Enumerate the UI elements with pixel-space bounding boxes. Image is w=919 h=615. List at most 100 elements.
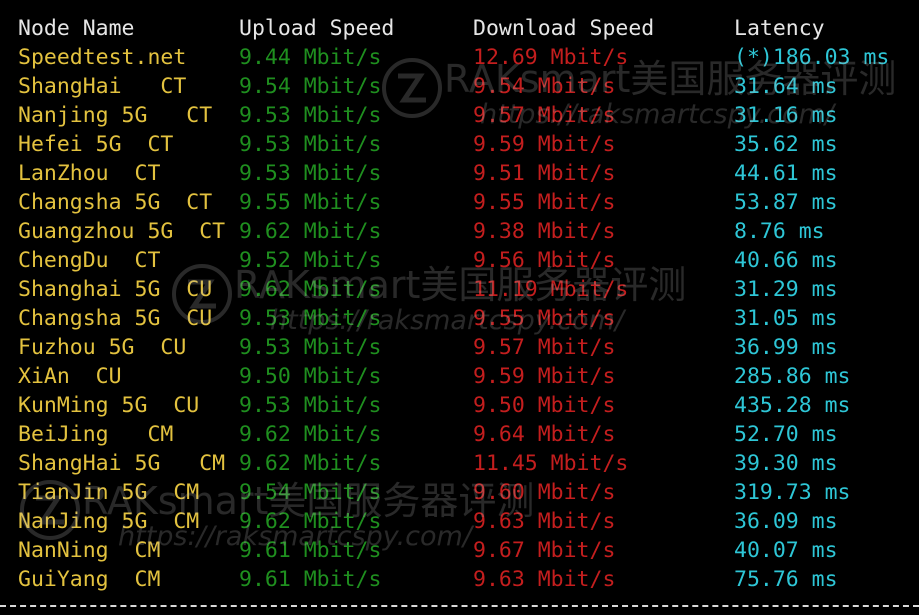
upload-speed: 9.55 Mbit/s [239,190,382,215]
upload-speed: 9.53 Mbit/s [239,103,382,128]
upload-speed: 9.54 Mbit/s [239,74,382,99]
node-name: KunMing 5G CU [18,393,200,418]
table-header: Node Name Upload Speed Download Speed La… [0,14,919,43]
dashed-separator [0,605,919,607]
upload-speed: 9.62 Mbit/s [239,422,382,447]
header-upload-speed: Upload Speed [239,16,395,41]
table-row: Changsha 5G CT 9.55 Mbit/s 9.55 Mbit/s 5… [0,188,919,217]
node-name: LanZhou CT [18,161,161,186]
latency: 40.66 ms [734,248,838,273]
table-row: XiAn CU 9.50 Mbit/s 9.59 Mbit/s 285.86 m… [0,362,919,391]
node-name: XiAn CU [18,364,122,389]
download-speed: 9.60 Mbit/s [473,480,616,505]
table-row: TianJin 5G CM 9.54 Mbit/s 9.60 Mbit/s 31… [0,478,919,507]
table-row: GuiYang CM 9.61 Mbit/s 9.63 Mbit/s 75.76… [0,565,919,594]
upload-speed: 9.62 Mbit/s [239,277,382,302]
upload-speed: 9.62 Mbit/s [239,509,382,534]
node-name: GuiYang CM [18,567,161,592]
table-row: ShangHai CT 9.54 Mbit/s 9.54 Mbit/s 31.6… [0,72,919,101]
table-row: Guangzhou 5G CT 9.62 Mbit/s 9.38 Mbit/s … [0,217,919,246]
download-speed: 9.51 Mbit/s [473,161,616,186]
latency: 31.05 ms [734,306,838,331]
download-speed: 9.50 Mbit/s [473,393,616,418]
node-name: Speedtest.net [18,45,187,70]
header-latency: Latency [734,16,825,41]
node-name: Fuzhou 5G CU [18,335,187,360]
latency: 53.87 ms [734,190,838,215]
node-name: Hefei 5G CT [18,132,174,157]
download-speed: 9.59 Mbit/s [473,364,616,389]
terminal-window: Node Name Upload Speed Download Speed La… [0,0,919,615]
upload-speed: 9.61 Mbit/s [239,567,382,592]
node-name: Guangzhou 5G CT [18,219,226,244]
download-speed: 9.63 Mbit/s [473,509,616,534]
node-name: NanJing 5G CM [18,509,200,534]
table-row: Hefei 5G CT 9.53 Mbit/s 9.59 Mbit/s 35.6… [0,130,919,159]
header-download-speed: Download Speed [473,16,655,41]
latency: 8.76 ms [734,219,825,244]
latency: 31.29 ms [734,277,838,302]
download-speed: 9.57 Mbit/s [473,103,616,128]
latency: (*)186.03 ms [734,45,890,70]
upload-speed: 9.61 Mbit/s [239,538,382,563]
latency: 75.76 ms [734,567,838,592]
upload-speed: 9.62 Mbit/s [239,219,382,244]
node-name: Changsha 5G CT [18,190,213,215]
node-name: NanNing CM [18,538,161,563]
table-row: NanNing CM 9.61 Mbit/s 9.67 Mbit/s 40.07… [0,536,919,565]
upload-speed: 9.53 Mbit/s [239,306,382,331]
node-name: ChengDu CT [18,248,161,273]
latency: 31.16 ms [734,103,838,128]
table-row: KunMing 5G CU 9.53 Mbit/s 9.50 Mbit/s 43… [0,391,919,420]
latency: 285.86 ms [734,364,851,389]
download-speed: 9.55 Mbit/s [473,306,616,331]
latency: 44.61 ms [734,161,838,186]
header-node-name: Node Name [18,16,135,41]
download-speed: 12.69 Mbit/s [473,45,629,70]
node-name: ShangHai 5G CM [18,451,226,476]
download-speed: 9.63 Mbit/s [473,567,616,592]
node-name: ShangHai CT [18,74,187,99]
table-row: Nanjing 5G CT 9.53 Mbit/s 9.57 Mbit/s 31… [0,101,919,130]
download-speed: 9.57 Mbit/s [473,335,616,360]
node-name: Shanghai 5G CU [18,277,213,302]
latency: 31.64 ms [734,74,838,99]
upload-speed: 9.53 Mbit/s [239,132,382,157]
download-speed: 11.19 Mbit/s [473,277,629,302]
table-row: LanZhou CT 9.53 Mbit/s 9.51 Mbit/s 44.61… [0,159,919,188]
download-speed: 9.67 Mbit/s [473,538,616,563]
upload-speed: 9.62 Mbit/s [239,451,382,476]
node-name: Changsha 5G CU [18,306,213,331]
table-row: Fuzhou 5G CU 9.53 Mbit/s 9.57 Mbit/s 36.… [0,333,919,362]
table-row: BeiJing CM 9.62 Mbit/s 9.64 Mbit/s 52.70… [0,420,919,449]
latency: 39.30 ms [734,451,838,476]
upload-speed: 9.53 Mbit/s [239,335,382,360]
table-row: NanJing 5G CM 9.62 Mbit/s 9.63 Mbit/s 36… [0,507,919,536]
node-name: BeiJing CM [18,422,174,447]
table-row: ChengDu CT 9.52 Mbit/s 9.56 Mbit/s 40.66… [0,246,919,275]
latency: 52.70 ms [734,422,838,447]
latency: 319.73 ms [734,480,851,505]
table-row: Shanghai 5G CU 9.62 Mbit/s 11.19 Mbit/s … [0,275,919,304]
download-speed: 11.45 Mbit/s [473,451,629,476]
download-speed: 9.38 Mbit/s [473,219,616,244]
node-name: TianJin 5G CM [18,480,200,505]
upload-speed: 9.44 Mbit/s [239,45,382,70]
latency: 40.07 ms [734,538,838,563]
latency: 35.62 ms [734,132,838,157]
latency: 435.28 ms [734,393,851,418]
table-row: Speedtest.net 9.44 Mbit/s 12.69 Mbit/s (… [0,43,919,72]
upload-speed: 9.53 Mbit/s [239,393,382,418]
latency: 36.09 ms [734,509,838,534]
upload-speed: 9.54 Mbit/s [239,480,382,505]
latency: 36.99 ms [734,335,838,360]
download-speed: 9.56 Mbit/s [473,248,616,273]
download-speed: 9.59 Mbit/s [473,132,616,157]
upload-speed: 9.52 Mbit/s [239,248,382,273]
table-row: Changsha 5G CU 9.53 Mbit/s 9.55 Mbit/s 3… [0,304,919,333]
download-speed: 9.64 Mbit/s [473,422,616,447]
download-speed: 9.55 Mbit/s [473,190,616,215]
node-name: Nanjing 5G CT [18,103,213,128]
upload-speed: 9.50 Mbit/s [239,364,382,389]
download-speed: 9.54 Mbit/s [473,74,616,99]
